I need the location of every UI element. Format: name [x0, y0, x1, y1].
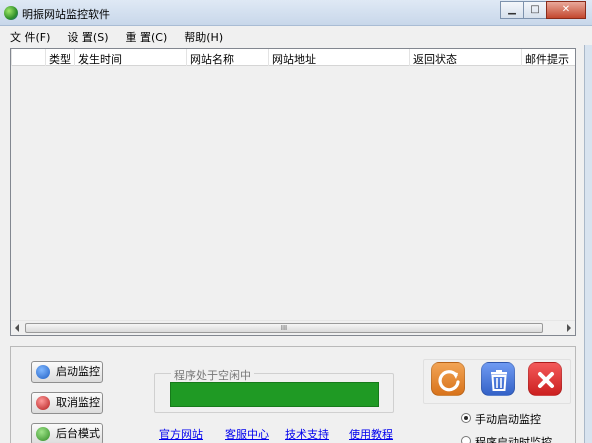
list-header: 类型 发生时间 网站名称 网站地址 返回状态 邮件提示	[11, 49, 575, 66]
tutorial-link[interactable]: 使用教程	[349, 426, 393, 442]
column-header-type[interactable]: 类型	[45, 49, 74, 66]
app-logo-icon	[4, 6, 18, 20]
column-header-status[interactable]: 返回状态	[409, 49, 521, 66]
radio-button-unselected[interactable]	[461, 436, 471, 443]
window-title: 明振网站监控软件	[22, 8, 110, 21]
refresh-button[interactable]	[431, 362, 465, 396]
start-icon	[36, 365, 50, 379]
tech-support-link[interactable]: 技术支持	[285, 426, 329, 442]
title-bar: 明振网站监控软件 ▁ □ ✕	[0, 0, 592, 26]
stop-icon	[36, 396, 50, 410]
refresh-icon	[438, 370, 460, 392]
status-text: 程序处于空闲中	[171, 367, 254, 383]
start-monitor-label: 启动监控	[56, 365, 100, 378]
support-center-link[interactable]: 客服中心	[225, 426, 269, 442]
clear-button[interactable]	[528, 362, 562, 396]
cancel-monitor-label: 取消监控	[56, 396, 100, 409]
control-panel: 启动监控 取消监控 后台模式 程序处于空闲中 官方网站 客服中心 技术支持 使用…	[10, 346, 576, 443]
delete-button[interactable]	[481, 362, 515, 396]
minimize-button[interactable]: ▁	[500, 1, 524, 19]
scroll-thumb[interactable]: III	[25, 323, 543, 333]
menu-bar: 文 件(F) 设 置(S) 重 置(C) 帮助(H)	[0, 26, 592, 45]
cancel-monitor-button[interactable]: 取消监控	[31, 392, 103, 414]
event-list[interactable]: 类型 发生时间 网站名称 网站地址 返回状态 邮件提示 III	[10, 48, 576, 336]
progress-bar	[170, 382, 379, 407]
column-header-email[interactable]: 邮件提示	[521, 49, 575, 66]
menu-file[interactable]: 文 件(F)	[0, 26, 57, 45]
column-header-blank[interactable]	[11, 49, 45, 66]
close-button[interactable]: ✕	[546, 1, 586, 19]
start-monitor-button[interactable]: 启动监控	[31, 361, 103, 383]
maximize-button[interactable]: □	[523, 1, 547, 19]
background-mode-button[interactable]: 后台模式	[31, 423, 103, 443]
column-header-time[interactable]: 发生时间	[74, 49, 186, 66]
menu-reset[interactable]: 重 置(C)	[115, 26, 174, 45]
auto-start-label: 程序启动时监控	[475, 436, 552, 443]
trash-icon	[491, 370, 507, 391]
window-edge	[584, 45, 592, 443]
scroll-left-icon[interactable]	[15, 324, 19, 332]
scroll-right-icon[interactable]	[567, 324, 571, 332]
menu-help[interactable]: 帮助(H)	[174, 26, 230, 45]
manual-start-label: 手动启动监控	[475, 413, 541, 426]
menu-settings[interactable]: 设 置(S)	[57, 26, 115, 45]
column-header-site-name[interactable]: 网站名称	[186, 49, 268, 66]
column-header-site-url[interactable]: 网站地址	[268, 49, 409, 66]
radio-button-selected[interactable]	[461, 413, 471, 423]
window-controls: ▁ □ ✕	[500, 1, 586, 19]
background-mode-label: 后台模式	[56, 427, 100, 440]
official-site-link[interactable]: 官方网站	[159, 426, 203, 442]
close-x-icon	[538, 372, 554, 388]
horizontal-scrollbar[interactable]: III	[11, 320, 575, 335]
home-icon	[36, 427, 50, 441]
